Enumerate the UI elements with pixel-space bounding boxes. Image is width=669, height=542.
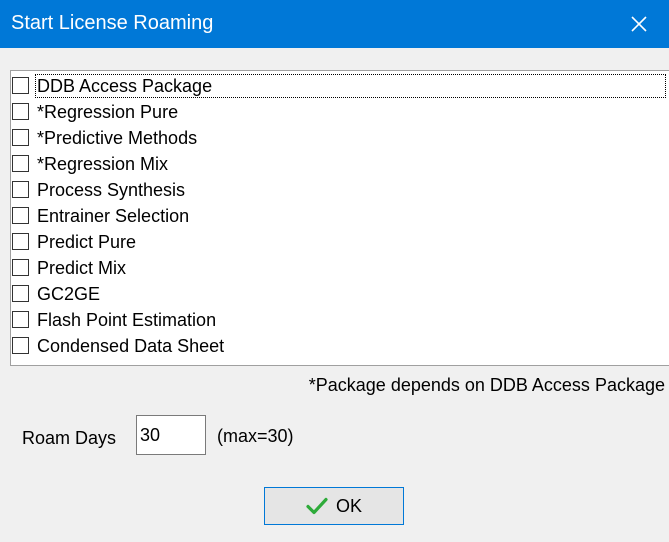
package-label: *Regression Mix: [37, 154, 169, 174]
ok-button-label: OK: [335, 495, 362, 516]
package-checkbox[interactable]: [12, 233, 29, 250]
package-label: DDB Access Package: [35, 74, 666, 98]
package-checkbox[interactable]: [12, 103, 29, 120]
roam-days-max: (max=30): [217, 426, 294, 446]
package-checkbox[interactable]: [12, 259, 29, 276]
package-item-regression-pure[interactable]: *Regression Pure: [11, 99, 669, 125]
dialog-title: Start License Roaming: [11, 12, 214, 34]
package-item-regression-mix[interactable]: *Regression Mix: [11, 151, 669, 177]
package-item-flash-point-estimation[interactable]: Flash Point Estimation: [11, 307, 669, 333]
package-checkbox[interactable]: [12, 311, 29, 328]
package-label: Condensed Data Sheet: [37, 336, 225, 356]
package-item-predictive-methods[interactable]: *Predictive Methods: [11, 125, 669, 151]
checkmark-icon: [306, 497, 328, 515]
package-item-predict-pure[interactable]: Predict Pure: [11, 229, 669, 255]
package-checkbox[interactable]: [12, 155, 29, 172]
close-button[interactable]: [609, 0, 669, 48]
package-checkbox[interactable]: [12, 181, 29, 198]
package-checklist[interactable]: DDB Access Package *Regression Pure *Pre…: [10, 70, 669, 366]
package-checkbox[interactable]: [12, 337, 29, 354]
package-checkbox[interactable]: [12, 285, 29, 302]
package-item-condensed-data-sheet[interactable]: Condensed Data Sheet: [11, 333, 669, 359]
dependency-note: *Package depends on DDB Access Package: [308, 375, 665, 395]
package-item-ddb-access[interactable]: DDB Access Package: [11, 73, 669, 99]
roam-days-label: Roam Days: [22, 428, 117, 448]
package-label: Predict Pure: [37, 232, 137, 252]
package-item-process-synthesis[interactable]: Process Synthesis: [11, 177, 669, 203]
roam-days-input[interactable]: [136, 415, 206, 455]
package-label: *Regression Pure: [37, 102, 179, 122]
ok-button[interactable]: OK: [264, 487, 404, 525]
package-label: Flash Point Estimation: [37, 310, 217, 330]
close-icon: [631, 16, 647, 32]
package-label: Predict Mix: [37, 258, 127, 278]
title-bar: Start License Roaming: [0, 0, 669, 48]
package-label: GC2GE: [37, 284, 101, 304]
package-label: *Predictive Methods: [37, 128, 198, 148]
package-checkbox[interactable]: [12, 207, 29, 224]
package-item-predict-mix[interactable]: Predict Mix: [11, 255, 669, 281]
package-item-gc2ge[interactable]: GC2GE: [11, 281, 669, 307]
package-item-entrainer-selection[interactable]: Entrainer Selection: [11, 203, 669, 229]
package-label: Entrainer Selection: [37, 206, 190, 226]
package-checkbox[interactable]: [12, 129, 29, 146]
package-label: Process Synthesis: [37, 180, 186, 200]
start-license-roaming-dialog: Start License Roaming DDB Access Package…: [0, 0, 669, 542]
package-checkbox[interactable]: [12, 77, 29, 94]
